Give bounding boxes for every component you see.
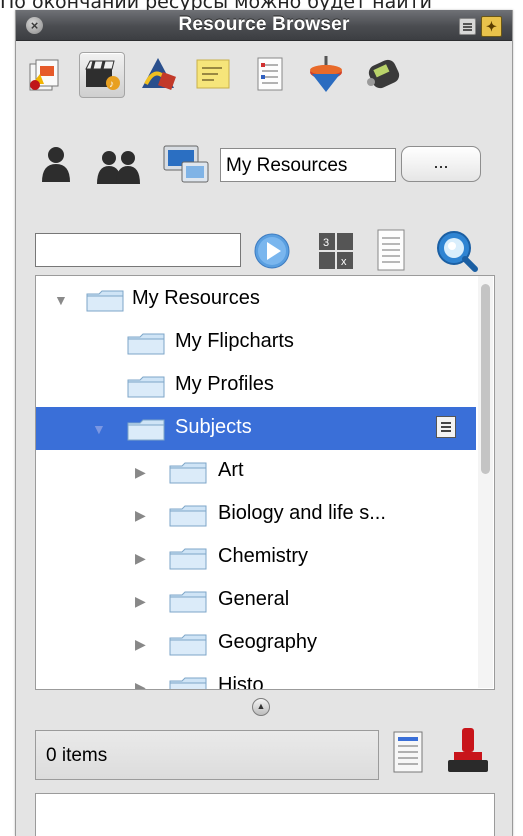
collapsed-triangle-icon[interactable]: ▶ — [135, 464, 146, 481]
svg-text:♪: ♪ — [109, 79, 114, 90]
folder-icon — [169, 677, 207, 689]
tree-item-my-profiles[interactable]: My Profiles — [36, 364, 476, 407]
document-list-icon[interactable] — [374, 228, 408, 277]
folder-icon — [127, 376, 165, 398]
tree-item-geography[interactable]: ▶ Geography — [36, 622, 476, 665]
item-options-icon[interactable] — [436, 416, 456, 438]
title-bar: × Resource Browser ✦ — [16, 10, 512, 41]
tree-item-label: My Flipcharts — [175, 330, 294, 352]
collapsed-triangle-icon[interactable]: ▶ — [135, 507, 146, 524]
tree-item-label: My Resources — [132, 287, 260, 309]
tree-item-general[interactable]: ▶ General — [36, 579, 476, 622]
folder-icon — [169, 634, 207, 656]
resource-preview-area — [35, 793, 495, 836]
single-user-icon[interactable] — [36, 144, 76, 189]
number-keypad-icon[interactable]: 3 x — [318, 232, 354, 275]
collapsed-triangle-icon[interactable]: ▶ — [135, 550, 146, 567]
browse-more-button[interactable]: ... — [401, 146, 481, 182]
expand-triangle-icon[interactable]: ▼ — [92, 421, 106, 437]
play-search-icon[interactable] — [252, 231, 292, 276]
sticky-notes-icon[interactable] — [192, 52, 236, 96]
svg-text:3: 3 — [323, 237, 329, 249]
items-count-status: 0 items — [35, 730, 379, 780]
tree-item-label: Biology and life s... — [218, 502, 386, 524]
tree-item-label: Art — [218, 459, 244, 481]
folder-icon — [127, 333, 165, 355]
collapsed-triangle-icon[interactable]: ▶ — [135, 679, 146, 689]
tree-item-label: General — [218, 588, 290, 610]
shared-computer-icon[interactable] — [162, 142, 212, 191]
item-list-icon[interactable] — [392, 728, 426, 781]
tree-item-label: Chemistry — [218, 545, 309, 567]
folder-icon — [169, 505, 207, 527]
folder-icon — [169, 462, 207, 484]
remote-device-icon[interactable] — [360, 52, 404, 96]
folder-icon — [169, 548, 207, 570]
tree-item-art[interactable]: ▶ Art — [36, 450, 476, 493]
stamp-icon[interactable] — [446, 726, 490, 783]
location-row: My Resources ... — [16, 128, 512, 188]
browser-tabs-row: ♪ — [16, 44, 512, 104]
tree-item-my-flipcharts[interactable]: My Flipcharts — [36, 321, 476, 364]
tree-item-label: Geography — [218, 631, 317, 653]
tree-item-my-resources[interactable]: ▼ My Resources — [36, 278, 476, 321]
drawing-tools-icon[interactable] — [136, 52, 180, 96]
menu-list-icon[interactable] — [459, 18, 476, 35]
search-input[interactable] — [35, 233, 241, 267]
checklist-icon[interactable] — [248, 52, 292, 96]
svg-text:x: x — [341, 256, 347, 268]
resource-browser-panel: × Resource Browser ✦ ♪ My Resources ... … — [15, 10, 513, 836]
folder-icon — [86, 290, 124, 312]
window-title: Resource Browser — [178, 14, 350, 35]
tree-item-history[interactable]: ▶ Histo — [36, 665, 476, 690]
tree-item-subjects[interactable]: ▼ Subjects — [36, 407, 476, 450]
resources-pack-icon[interactable] — [24, 52, 68, 96]
media-clapper-icon[interactable]: ♪ — [79, 52, 125, 98]
search-row: 3 x — [16, 214, 512, 274]
group-users-icon[interactable] — [94, 148, 144, 189]
tree-item-label: Histo — [218, 674, 264, 690]
collapsed-triangle-icon[interactable]: ▶ — [135, 636, 146, 653]
folder-icon — [169, 591, 207, 613]
expand-triangle-icon[interactable]: ▼ — [54, 292, 68, 308]
collapsed-triangle-icon[interactable]: ▶ — [135, 593, 146, 610]
tree-scroll-thumb[interactable] — [481, 284, 490, 474]
location-field[interactable]: My Resources — [220, 148, 396, 182]
pin-icon[interactable]: ✦ — [481, 16, 502, 37]
tree-item-chemistry[interactable]: ▶ Chemistry — [36, 536, 476, 579]
collapse-arrow-icon[interactable]: ▲ — [252, 698, 270, 716]
search-magnifier-icon[interactable] — [434, 228, 478, 277]
folder-icon — [127, 419, 165, 441]
resource-tree: ▼ My Resources My Flipcharts My Profiles… — [35, 275, 495, 690]
tree-item-biology[interactable]: ▶ Biology and life s... — [36, 493, 476, 536]
tree-item-label: My Profiles — [175, 373, 274, 395]
spinning-top-icon[interactable] — [304, 52, 348, 96]
tree-item-label: Subjects — [175, 416, 252, 438]
